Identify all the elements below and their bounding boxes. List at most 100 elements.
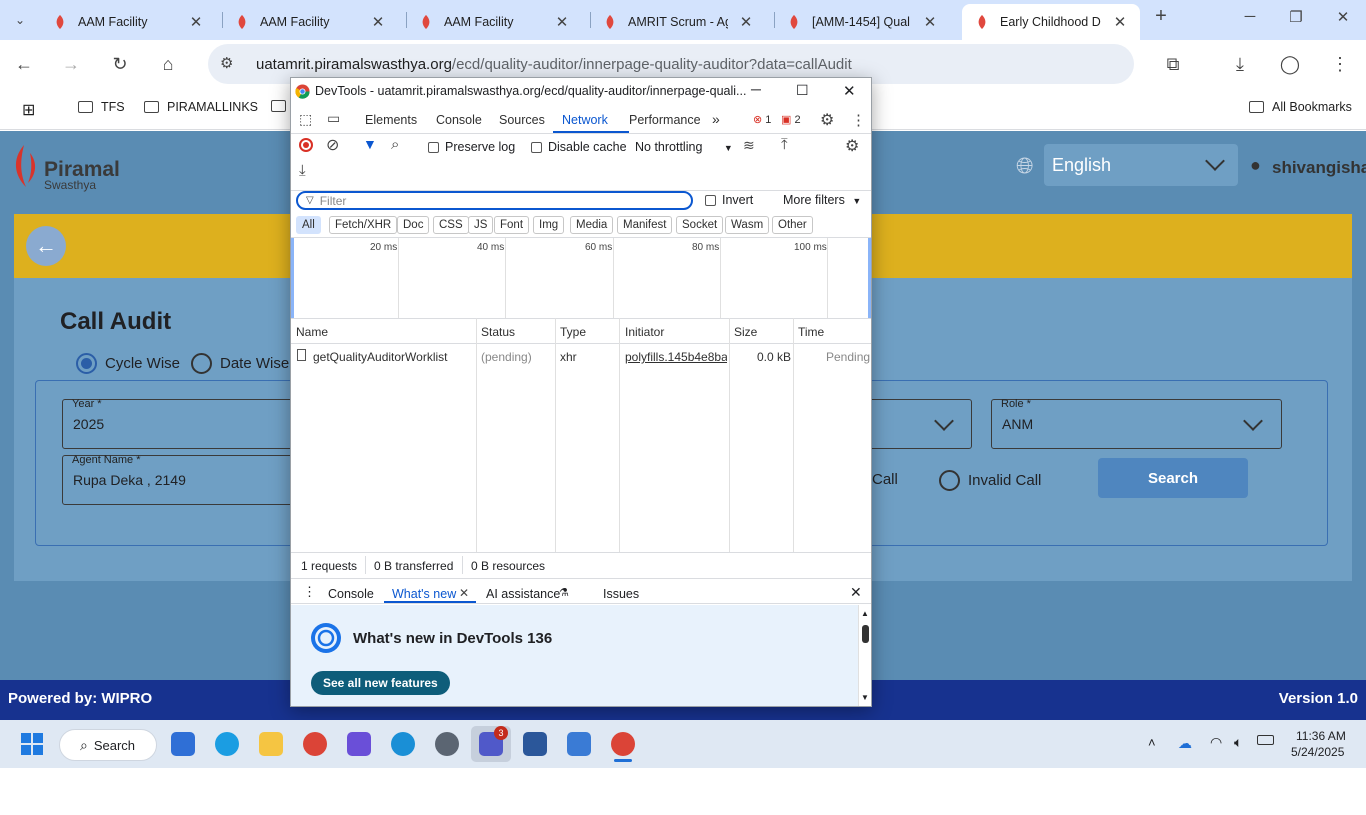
more-options-icon[interactable]: ⋮ bbox=[851, 111, 866, 129]
disable-cache-checkbox[interactable]: Disable cache bbox=[531, 140, 627, 154]
clock-date[interactable]: 5/24/2025 bbox=[1291, 745, 1344, 759]
back-icon[interactable]: ← bbox=[12, 52, 36, 76]
clock-time[interactable]: 11:36 AM bbox=[1296, 729, 1346, 743]
browser-tab[interactable]: AAM Facility ✕ bbox=[222, 4, 398, 40]
type-filter-css[interactable]: CSS bbox=[433, 216, 469, 234]
network-app-icon[interactable] bbox=[391, 732, 415, 756]
type-filter-img[interactable]: Img bbox=[533, 216, 565, 234]
request-initiator-link[interactable]: polyfills.145b4e8ba bbox=[625, 350, 727, 364]
clear-icon[interactable]: ⊘ bbox=[326, 135, 339, 155]
close-icon[interactable]: ✕ bbox=[843, 82, 856, 100]
chrome-icon[interactable] bbox=[611, 732, 635, 756]
type-filter-font[interactable]: Font bbox=[494, 216, 530, 234]
new-tab-icon[interactable]: + bbox=[1149, 5, 1173, 28]
edge-icon[interactable] bbox=[215, 732, 239, 756]
tab-console[interactable]: Console bbox=[436, 113, 482, 127]
column-header-size[interactable]: Size bbox=[734, 325, 757, 339]
filter-icon[interactable]: ▼ bbox=[363, 136, 377, 152]
remote-desktop-icon[interactable] bbox=[567, 732, 591, 756]
browser-tab[interactable]: AAM Facility ✕ bbox=[40, 4, 216, 40]
extensions-icon[interactable]: ⧉ bbox=[1161, 52, 1185, 76]
radio-call[interactable]: Call bbox=[872, 471, 898, 488]
browser-tab[interactable]: AAM Facility ✕ bbox=[406, 4, 582, 40]
type-filter-doc[interactable]: Doc bbox=[397, 216, 430, 234]
error-icon[interactable]: ⊗ 1 bbox=[753, 113, 771, 126]
close-window-icon[interactable]: ✕ bbox=[1331, 8, 1355, 26]
close-tab-icon[interactable]: ✕ bbox=[738, 13, 754, 31]
agent-name-select[interactable]: Agent Name * Rupa Deka , 2149 bbox=[62, 454, 302, 505]
maximize-icon[interactable]: ☐ bbox=[796, 82, 809, 99]
scroll-thumb[interactable] bbox=[862, 625, 869, 643]
m365-icon[interactable] bbox=[347, 732, 371, 756]
type-filter-media[interactable]: Media bbox=[570, 216, 614, 234]
language-select[interactable]: English bbox=[1044, 144, 1238, 186]
column-header-initiator[interactable]: Initiator bbox=[625, 325, 664, 339]
tab-search-chevron-icon[interactable]: ⌄ bbox=[8, 8, 32, 32]
tab-performance[interactable]: Performance bbox=[629, 113, 701, 127]
downloads-icon[interactable]: ⤓ bbox=[1228, 52, 1252, 76]
settings-gear-icon[interactable]: ⚙ bbox=[820, 110, 834, 130]
drawer-scrollbar[interactable]: ▲ ▼ bbox=[858, 605, 871, 706]
request-name[interactable]: getQualityAuditorWorklist bbox=[313, 350, 473, 364]
network-settings-icon[interactable]: ⚙ bbox=[845, 136, 859, 156]
device-toolbar-icon[interactable]: ▭ bbox=[327, 110, 340, 127]
inspect-element-icon[interactable]: ⬚ bbox=[299, 111, 312, 128]
column-header-status[interactable]: Status bbox=[481, 325, 515, 339]
see-all-features-button[interactable]: See all new features bbox=[311, 671, 450, 695]
reload-icon[interactable]: ↻ bbox=[108, 52, 132, 76]
volume-icon[interactable]: 🔈︎ bbox=[1234, 734, 1242, 751]
close-drawer-tab-icon[interactable]: ✕ bbox=[459, 586, 469, 600]
radio-invalid-call[interactable]: Invalid Call bbox=[939, 470, 1041, 491]
filter-input[interactable]: ▽ Filter bbox=[296, 191, 693, 210]
taskbar-search[interactable]: ⌕ Search bbox=[59, 729, 157, 761]
bookmark-folder[interactable]: PIRAMALLINKS bbox=[144, 100, 258, 114]
chrome-icon[interactable] bbox=[303, 732, 327, 756]
timeline-left-handle[interactable] bbox=[291, 238, 294, 318]
invert-checkbox[interactable]: Invert bbox=[705, 193, 753, 207]
timeline-right-handle[interactable] bbox=[868, 238, 871, 318]
search-button[interactable]: Search bbox=[1098, 458, 1248, 498]
drawer-tab-ai-assistance[interactable]: AI assistance bbox=[486, 587, 560, 601]
all-bookmarks[interactable]: All Bookmarks bbox=[1249, 100, 1352, 114]
close-tab-icon[interactable]: ✕ bbox=[188, 13, 204, 31]
show-hidden-icons-icon[interactable]: ˄ bbox=[1148, 735, 1156, 750]
close-tab-icon[interactable]: ✕ bbox=[1112, 13, 1128, 31]
throttling-select[interactable]: No throttling ▼ bbox=[635, 140, 733, 154]
export-har-icon[interactable]: ⤓ bbox=[299, 162, 306, 179]
more-tabs-icon[interactable]: » bbox=[712, 111, 720, 127]
bookmark-folder[interactable] bbox=[271, 100, 286, 112]
type-filter-other[interactable]: Other bbox=[772, 216, 813, 234]
preserve-log-checkbox[interactable]: Preserve log bbox=[428, 140, 515, 154]
search-icon[interactable]: ⌕ bbox=[391, 136, 399, 153]
close-tab-icon[interactable]: ✕ bbox=[922, 13, 938, 31]
minimize-icon[interactable]: ─ bbox=[751, 81, 761, 97]
tab-elements[interactable]: Elements bbox=[365, 113, 417, 127]
browser-tab[interactable]: [AMM-1454] Qual ✕ bbox=[774, 4, 950, 40]
tab-sources[interactable]: Sources bbox=[499, 113, 545, 127]
scroll-up-icon[interactable]: ▲ bbox=[861, 609, 869, 618]
browser-tab[interactable]: AMRIT Scrum - Ag ✕ bbox=[590, 4, 766, 40]
wifi-icon[interactable]: ◠ bbox=[1210, 734, 1222, 751]
tab-network[interactable]: Network bbox=[562, 113, 608, 127]
settings-gear-icon[interactable] bbox=[435, 732, 459, 756]
record-icon[interactable] bbox=[299, 138, 313, 152]
back-arrow-icon[interactable]: ← bbox=[26, 226, 66, 266]
apps-grid-icon[interactable]: ⊞ bbox=[22, 100, 35, 120]
import-har-icon[interactable]: ⤒ bbox=[781, 136, 788, 153]
more-filters-button[interactable]: More filters ▼ bbox=[783, 193, 861, 207]
drawer-tab-whats-new[interactable]: What's new bbox=[392, 587, 456, 601]
drawer-tab-console[interactable]: Console bbox=[328, 587, 374, 601]
minimize-icon[interactable]: ─ bbox=[1238, 8, 1262, 25]
type-filter-fetch-xhr[interactable]: Fetch/XHR bbox=[329, 216, 398, 234]
issues-icon[interactable]: ▣ 2 bbox=[781, 113, 801, 126]
drawer-tab-issues[interactable]: Issues bbox=[603, 587, 639, 601]
type-filter-wasm[interactable]: Wasm bbox=[725, 216, 770, 234]
column-header-type[interactable]: Type bbox=[560, 325, 586, 339]
close-tab-icon[interactable]: ✕ bbox=[554, 13, 570, 31]
scroll-down-icon[interactable]: ▼ bbox=[861, 693, 869, 702]
word-icon[interactable] bbox=[523, 732, 547, 756]
windows-start-icon[interactable] bbox=[21, 733, 43, 755]
dropdown-select[interactable] bbox=[860, 399, 972, 449]
battery-icon[interactable] bbox=[1257, 735, 1274, 745]
type-filter-socket[interactable]: Socket bbox=[676, 216, 724, 234]
